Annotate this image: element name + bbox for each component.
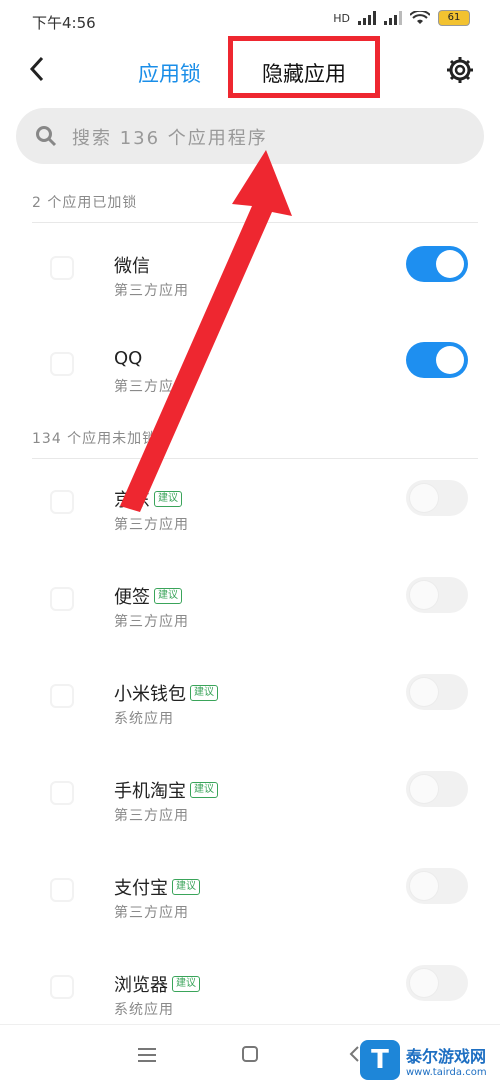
- battery-icon: 61: [438, 10, 470, 26]
- app-type: 第三方应用: [114, 283, 189, 299]
- list-item[interactable]: 小米钱包 建议 系统应用: [0, 656, 500, 752]
- app-type: 系统应用: [114, 1002, 174, 1018]
- lock-toggle[interactable]: [406, 771, 468, 807]
- lock-toggle[interactable]: [406, 674, 468, 710]
- suggest-badge: 建议: [172, 976, 200, 992]
- app-icon: [50, 587, 74, 611]
- list-item[interactable]: 微信 第三方应用: [0, 228, 500, 324]
- app-type: 第三方应用: [114, 517, 189, 533]
- section-title-unlocked: 134 个应用未加锁: [32, 431, 158, 447]
- signal-icon: [358, 11, 376, 25]
- list-item[interactable]: 京东 建议 第三方应用: [0, 462, 500, 558]
- watermark-title: 泰尔游戏网: [406, 1046, 487, 1066]
- app-icon: [50, 352, 74, 376]
- square-icon: [242, 1046, 258, 1062]
- app-icon: [50, 975, 74, 999]
- chevron-left-icon: [349, 1046, 359, 1062]
- suggest-badge: 建议: [172, 879, 200, 895]
- app-name: 微信: [114, 256, 150, 277]
- signal-icon-2: [384, 11, 402, 25]
- divider: [32, 222, 478, 223]
- app-type: 第三方应用: [114, 905, 189, 921]
- suggest-badge: 建议: [190, 685, 218, 701]
- annotation-highlight-box: [228, 36, 380, 98]
- menu-icon: [138, 1048, 156, 1062]
- list-item[interactable]: 手机淘宝 建议 第三方应用: [0, 753, 500, 849]
- lock-toggle[interactable]: [406, 480, 468, 516]
- app-type: 系统应用: [114, 711, 174, 727]
- watermark-url: www.tairda.com: [406, 1066, 487, 1078]
- app-icon: [50, 684, 74, 708]
- lock-toggle[interactable]: [406, 868, 468, 904]
- list-item[interactable]: 支付宝 建议 第三方应用: [0, 850, 500, 946]
- app-icon: [50, 490, 74, 514]
- back-nav-button[interactable]: [348, 1043, 360, 1067]
- status-time: 下午4:56: [32, 14, 96, 32]
- lock-toggle[interactable]: [406, 246, 468, 282]
- lock-toggle[interactable]: [406, 342, 468, 378]
- app-type: 第三方应用: [114, 614, 189, 630]
- app-type: 第三方应用: [114, 379, 189, 395]
- app-name: 京东 建议: [114, 486, 182, 512]
- tab-app-lock[interactable]: 应用锁: [138, 58, 201, 88]
- list-item[interactable]: 便签 建议 第三方应用: [0, 559, 500, 655]
- app-name: 浏览器 建议: [114, 971, 200, 997]
- app-name: QQ: [114, 348, 143, 369]
- divider: [32, 458, 478, 459]
- list-item[interactable]: QQ 第三方应用: [0, 324, 500, 420]
- app-icon: [50, 878, 74, 902]
- section-title-locked: 2 个应用已加锁: [32, 195, 138, 211]
- gear-icon[interactable]: [446, 56, 474, 84]
- watermark-logo: T: [360, 1040, 400, 1080]
- suggest-badge: 建议: [190, 782, 218, 798]
- lock-toggle[interactable]: [406, 577, 468, 613]
- back-button[interactable]: [26, 54, 56, 94]
- app-name: 手机淘宝 建议: [114, 777, 218, 803]
- chevron-left-icon: [29, 56, 44, 82]
- search-icon: [36, 126, 57, 147]
- home-nav-button[interactable]: [242, 1043, 258, 1067]
- hd-indicator: HD: [333, 11, 350, 25]
- app-icon: [50, 781, 74, 805]
- app-name: 支付宝 建议: [114, 874, 200, 900]
- app-name: 便签 建议: [114, 583, 182, 609]
- watermark: T 泰尔游戏网 www.tairda.com: [360, 1040, 487, 1080]
- suggest-badge: 建议: [154, 491, 182, 507]
- suggest-badge: 建议: [154, 588, 182, 604]
- status-icons: HD 61: [333, 10, 470, 26]
- lock-toggle[interactable]: [406, 965, 468, 1001]
- app-type: 第三方应用: [114, 808, 189, 824]
- menu-nav-button[interactable]: [138, 1043, 156, 1067]
- search-input[interactable]: 搜索 136 个应用程序: [16, 108, 484, 164]
- search-placeholder: 搜索 136 个应用程序: [72, 128, 268, 149]
- wifi-icon: [410, 11, 430, 24]
- app-icon: [50, 256, 74, 280]
- app-name: 小米钱包 建议: [114, 680, 218, 706]
